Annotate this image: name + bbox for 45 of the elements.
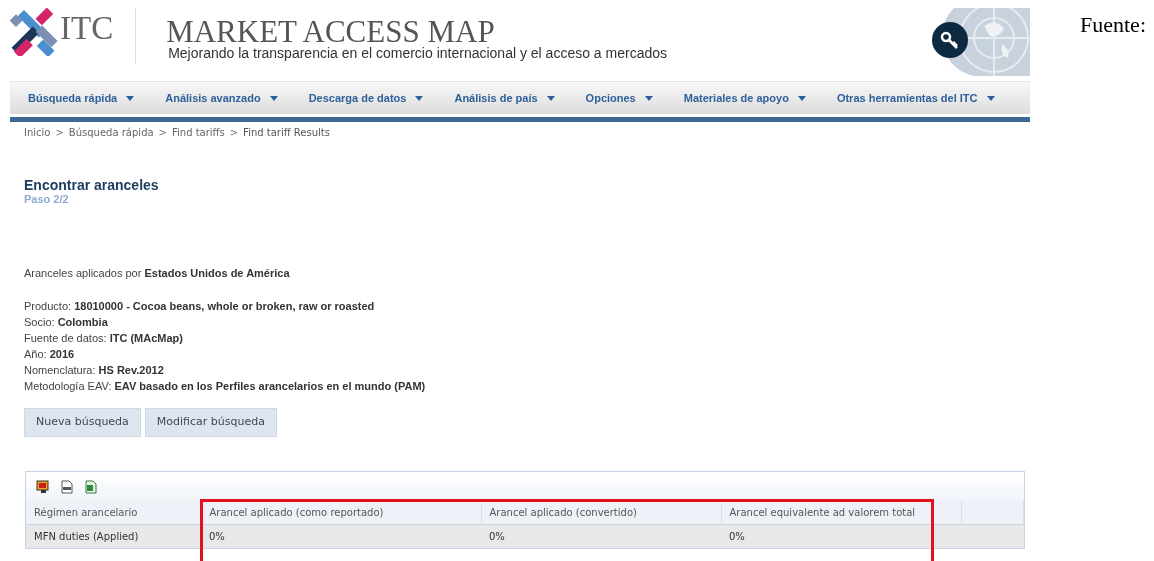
caret-icon (986, 95, 995, 101)
search-button[interactable]: Nueva búsqueda (24, 408, 141, 437)
table-cell: 0% (201, 524, 481, 548)
breadcrumb-link[interactable]: Búsqueda rápida (68, 125, 154, 140)
search-button[interactable]: Modificar búsqueda (144, 408, 277, 437)
caret-icon (269, 95, 278, 101)
breadcrumb-separator: > (54, 126, 65, 140)
caption-text: Fuente: (1080, 11, 1146, 39)
caret-icon (644, 95, 653, 101)
breadcrumb-separator: > (228, 126, 240, 140)
detail-line: Fuente de datos: ITC (MAcMap) (24, 331, 184, 347)
nav-menu-item[interactable]: Análisis avanzado (147, 82, 291, 114)
detail-line: Socio: Colombia (24, 315, 109, 331)
monitor-icon[interactable] (36, 480, 50, 494)
applied-by-text: Aranceles aplicados por Estados Unidos de América (24, 266, 291, 282)
site-title: MARKET ACCESS MAP (166, 16, 495, 47)
caret-icon (415, 95, 424, 101)
key-icon[interactable] (932, 22, 968, 58)
nav-menu-item[interactable]: Opciones (567, 82, 666, 114)
breadcrumb-link[interactable]: Inicio (24, 125, 51, 140)
nav-menu-item[interactable]: Otras herramientas del ITC (818, 82, 1008, 114)
logo-text: ITC (60, 12, 114, 45)
breadcrumb-separator: > (157, 126, 168, 140)
document-icon[interactable] (60, 480, 74, 494)
detail-line: Nomenclatura: HS Rev.2012 (24, 363, 165, 379)
spreadsheet-icon[interactable] (84, 480, 98, 494)
breadcrumb-link[interactable]: Find tariffs (172, 125, 225, 140)
detail-line: Metodología EAV: EAV basado en los Perfiles arancelarios en el mundo (PAM) (24, 379, 427, 395)
table-cell: 0% (721, 524, 961, 548)
site-subtitle: Mejorando la transparencia en el comercio internacional y el acceso a mercados (168, 44, 667, 63)
table-cell: 0% (481, 524, 721, 548)
step-indicator: Paso 2/2 (24, 193, 70, 206)
page-heading: Encontrar aranceles (24, 178, 160, 194)
detail-line: Año: 2016 (24, 347, 76, 363)
caret-icon (546, 95, 555, 101)
caret-icon (126, 95, 135, 101)
nav-menu-item[interactable]: Análisis de país (436, 82, 568, 114)
breadcrumb-current: Find tariff Results (243, 126, 330, 140)
table-cell: MFN duties (Applied) (26, 524, 201, 548)
nav-menu-item[interactable]: Descarga de datos (290, 82, 437, 114)
nav-menu-item[interactable]: Materiales de apoyo (665, 82, 819, 114)
logo-icon (10, 8, 58, 56)
detail-line: Producto: 18010000 - Cocoa beans, whole or broken, raw or roasted (24, 299, 376, 315)
caret-icon (797, 95, 806, 101)
nav-menu-item[interactable]: Búsqueda rápida (10, 82, 148, 114)
